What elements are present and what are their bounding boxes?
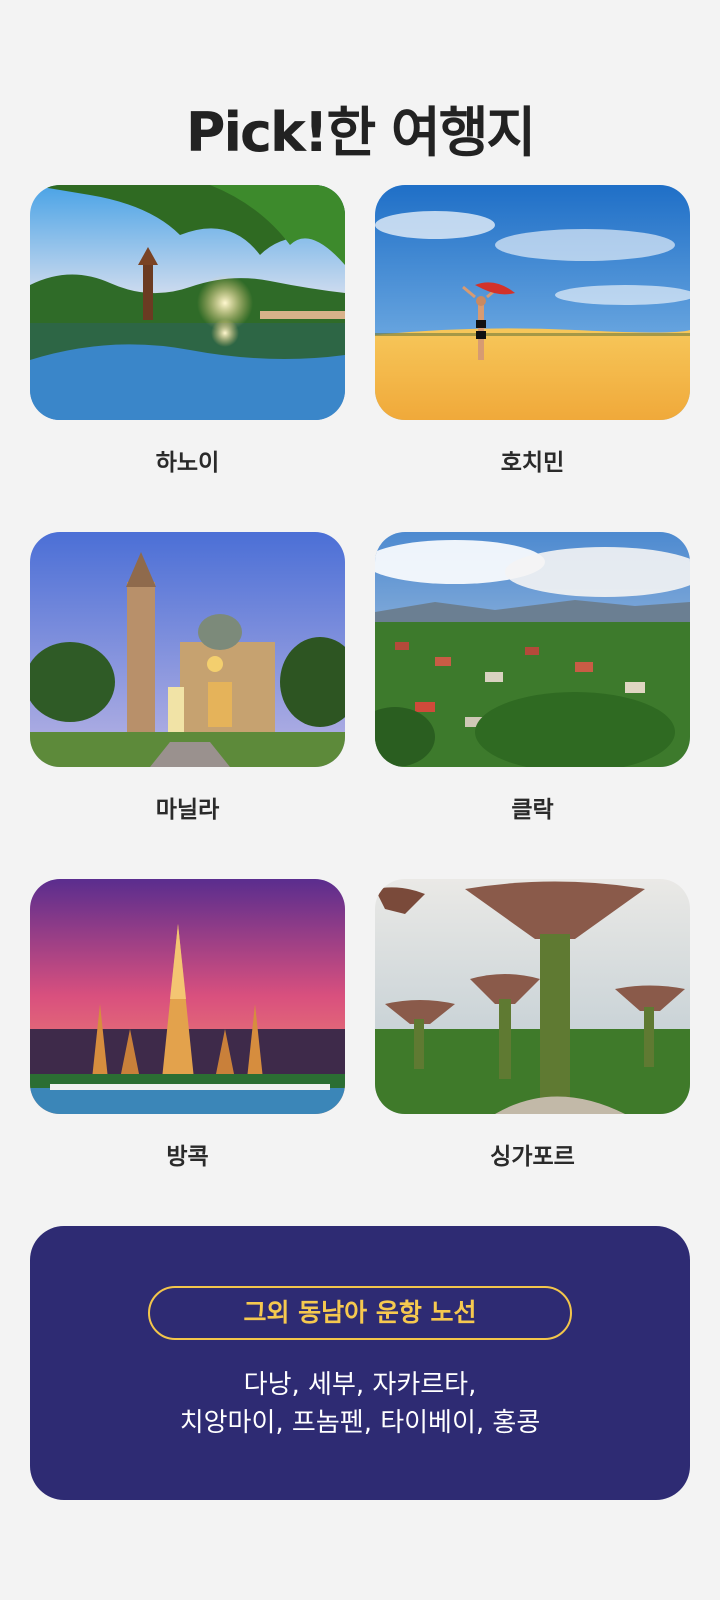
bangkok-photo xyxy=(30,879,345,1114)
other-routes-heading: 그외 동남아 운항 노선 xyxy=(148,1286,572,1340)
destination-name: 하노이 xyxy=(155,450,220,476)
destination-name: 싱가포르 xyxy=(490,1144,575,1170)
manila-photo xyxy=(30,532,345,767)
destination-grid: 하노이 호치민 마닐라 클락 방콕 싱가포르 xyxy=(30,185,690,1226)
destination-card-hochiminh[interactable]: 호치민 xyxy=(375,185,690,532)
destination-card-hanoi[interactable]: 하노이 xyxy=(30,185,345,532)
destination-card-bangkok[interactable]: 방콕 xyxy=(30,879,345,1226)
other-routes-panel: 그외 동남아 운항 노선 다낭, 세부, 자카르타, 치앙마이, 프놈펜, 타이… xyxy=(30,1226,690,1500)
other-routes-list: 다낭, 세부, 자카르타, 치앙마이, 프놈펜, 타이베이, 홍콩 xyxy=(30,1366,690,1442)
destination-card-clark[interactable]: 클락 xyxy=(375,532,690,879)
destination-name: 마닐라 xyxy=(155,797,220,823)
route-line: 다낭, 세부, 자카르타, xyxy=(243,1370,477,1400)
route-line: 치앙마이, 프놈펜, 타이베이, 홍콩 xyxy=(179,1408,541,1438)
destination-card-manila[interactable]: 마닐라 xyxy=(30,532,345,879)
destination-card-singapore[interactable]: 싱가포르 xyxy=(375,879,690,1226)
destination-name: 클락 xyxy=(511,797,554,823)
singapore-photo xyxy=(375,879,690,1114)
destination-name: 호치민 xyxy=(500,450,565,476)
clark-photo xyxy=(375,532,690,767)
hochiminh-photo xyxy=(375,185,690,420)
destination-name: 방콕 xyxy=(166,1144,209,1170)
hanoi-photo xyxy=(30,185,345,420)
page-title: Pick!한 여행지 xyxy=(185,101,536,164)
